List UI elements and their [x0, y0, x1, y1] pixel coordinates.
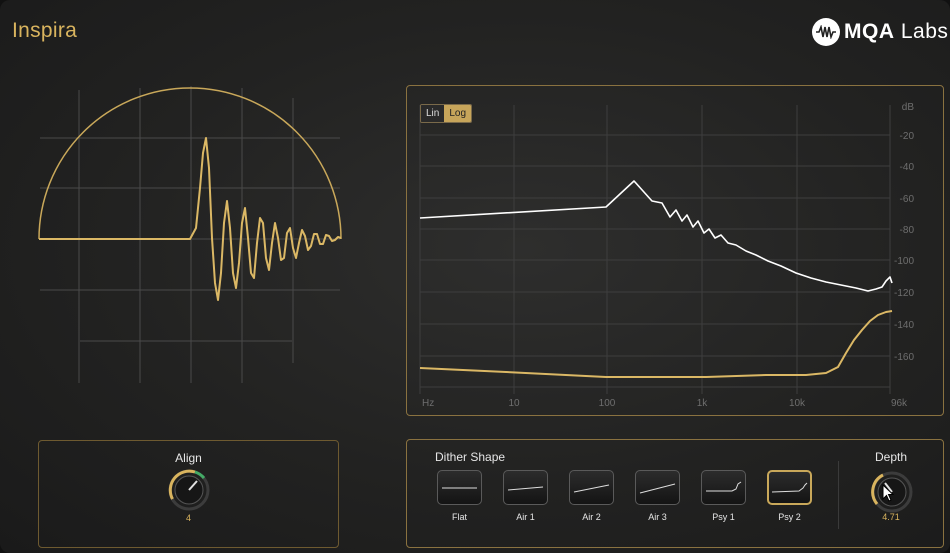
- dither-shape-air-2[interactable]: Air 2: [569, 470, 614, 522]
- shape-button-selected[interactable]: [767, 470, 812, 505]
- y-tick-label: -140: [894, 320, 914, 331]
- x-tick-label: 96k: [891, 398, 908, 409]
- shape-label: Air 1: [516, 512, 535, 522]
- lin-button[interactable]: Lin: [421, 105, 445, 122]
- plugin-window: Inspira MQA Labs dB -20 -40 -60 -80 -100…: [0, 0, 950, 553]
- y-tick-label: -100: [894, 256, 914, 267]
- app-title: Inspira: [12, 19, 78, 42]
- dither-shape-psy-2[interactable]: Psy 2: [767, 470, 812, 522]
- x-tick-label: 1k: [697, 398, 709, 409]
- dither-panel: Dither Shape Flat Air 1 Air 2 Air 3 Psy …: [406, 439, 944, 548]
- y-tick-label: -160: [894, 352, 914, 363]
- x-tick-label: 100: [599, 398, 616, 409]
- depth-knob[interactable]: [871, 471, 913, 513]
- dither-shape-flat[interactable]: Flat: [437, 470, 482, 522]
- dither-shape-air-1[interactable]: Air 1: [503, 470, 548, 522]
- divider: [838, 461, 839, 529]
- logo-text: MQA Labs: [844, 20, 949, 43]
- shape-button[interactable]: [701, 470, 746, 505]
- shape-label: Psy 2: [778, 512, 801, 522]
- y-tick-label: -20: [900, 131, 915, 142]
- align-title: Align: [175, 451, 202, 465]
- dither-shape-air-3[interactable]: Air 3: [635, 470, 680, 522]
- y-tick-label: dB: [902, 102, 915, 113]
- align-value: 4: [185, 513, 191, 523]
- scale-toggle[interactable]: Lin Log: [420, 104, 473, 123]
- x-tick-label: 10: [508, 398, 520, 409]
- align-knob[interactable]: [168, 469, 210, 511]
- shape-label: Psy 1: [712, 512, 735, 522]
- y-tick-label: -80: [900, 225, 915, 236]
- mqa-labs-logo: MQA Labs: [812, 18, 948, 46]
- log-button[interactable]: Log: [444, 105, 472, 122]
- align-panel: Align 4: [38, 440, 339, 548]
- shape-button[interactable]: [437, 470, 482, 505]
- mqa-logo-icon: [812, 18, 840, 46]
- shape-label: Air 2: [582, 512, 601, 522]
- dither-shape-psy-1[interactable]: Psy 1: [701, 470, 746, 522]
- shape-button[interactable]: [635, 470, 680, 505]
- depth-title: Depth: [874, 450, 908, 464]
- x-tick-label: 10k: [789, 398, 806, 409]
- shape-label: Air 3: [648, 512, 667, 522]
- shape-label: Flat: [451, 512, 467, 522]
- shape-button[interactable]: [569, 470, 614, 505]
- dither-title: Dither Shape: [435, 450, 506, 464]
- depth-value: 4.71: [882, 512, 900, 522]
- impulse-scope: [38, 86, 342, 383]
- spectrum-analyzer: dB -20 -40 -60 -80 -100 -120 -140 -160 H…: [419, 102, 915, 409]
- y-tick-label: -120: [894, 288, 914, 299]
- y-tick-label: -40: [900, 162, 915, 173]
- shape-button[interactable]: [503, 470, 548, 505]
- y-tick-label: -60: [900, 194, 915, 205]
- x-tick-label: Hz: [422, 398, 434, 409]
